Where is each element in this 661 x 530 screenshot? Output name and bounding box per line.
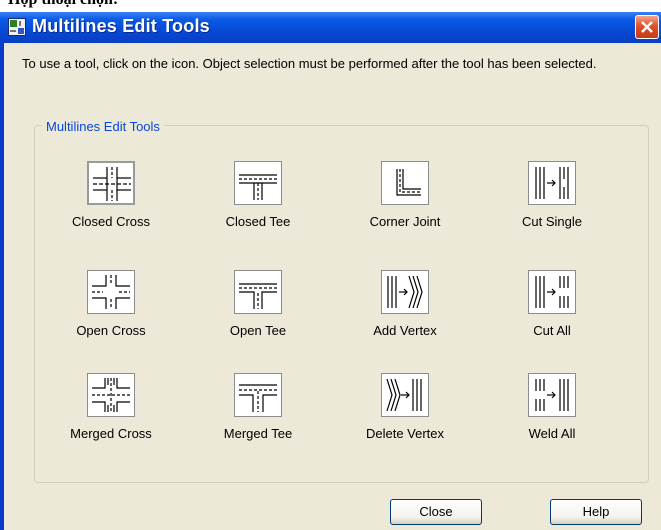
tool-label: Cut All bbox=[533, 323, 571, 338]
tool-open-cross[interactable]: Open Cross bbox=[51, 270, 171, 370]
tool-add-vertex[interactable]: Add Vertex bbox=[345, 270, 465, 370]
window-title: Multilines Edit Tools bbox=[32, 16, 210, 36]
tool-delete-vertex[interactable]: Delete Vertex bbox=[345, 373, 465, 473]
tool-label: Open Cross bbox=[76, 323, 146, 338]
open-tee-icon[interactable] bbox=[234, 270, 282, 314]
tool-label: Delete Vertex bbox=[365, 426, 445, 441]
tool-weld-all[interactable]: Weld All bbox=[492, 373, 612, 473]
help-button[interactable]: Help bbox=[550, 499, 642, 525]
tool-closed-tee[interactable]: Closed Tee bbox=[198, 161, 318, 261]
tool-open-tee[interactable]: Open Tee bbox=[198, 270, 318, 370]
tool-label: Open Tee bbox=[229, 323, 287, 338]
closed-cross-icon[interactable] bbox=[87, 161, 135, 205]
tool-merged-cross[interactable]: Merged Cross bbox=[51, 373, 171, 473]
delete-vertex-icon[interactable] bbox=[381, 373, 429, 417]
tool-corner-joint[interactable]: Corner Joint bbox=[345, 161, 465, 261]
app-icon bbox=[8, 18, 26, 36]
open-cross-icon[interactable] bbox=[87, 270, 135, 314]
cut-all-icon[interactable] bbox=[528, 270, 576, 314]
title-bar[interactable]: Multilines Edit Tools bbox=[0, 12, 661, 43]
corner-joint-icon[interactable] bbox=[381, 161, 429, 205]
close-window-button[interactable] bbox=[635, 15, 659, 39]
weld-all-icon[interactable] bbox=[528, 373, 576, 417]
instruction-text: To use a tool, click on the icon. Object… bbox=[22, 56, 597, 71]
dialog-window: Multilines Edit Tools To use a tool, cli… bbox=[0, 12, 661, 530]
page-header-strip: Hộp thoại chọn: bbox=[0, 0, 661, 12]
tool-label: Cut Single bbox=[522, 214, 582, 229]
tool-cut-all[interactable]: Cut All bbox=[492, 270, 612, 370]
tools-group-label: Multilines Edit Tools bbox=[42, 119, 164, 134]
tool-label: Closed Tee bbox=[225, 214, 291, 229]
merged-cross-icon[interactable] bbox=[87, 373, 135, 417]
cut-single-icon[interactable] bbox=[528, 161, 576, 205]
tool-cut-single[interactable]: Cut Single bbox=[492, 161, 612, 261]
tool-closed-cross[interactable]: Closed Cross bbox=[51, 161, 171, 261]
tool-label: Merged Tee bbox=[223, 426, 293, 441]
tool-label: Corner Joint bbox=[369, 214, 441, 229]
close-button[interactable]: Close bbox=[390, 499, 482, 525]
close-icon bbox=[641, 21, 653, 33]
tool-label: Merged Cross bbox=[70, 426, 152, 441]
add-vertex-icon[interactable] bbox=[381, 270, 429, 314]
closed-tee-icon[interactable] bbox=[234, 161, 282, 205]
tool-label: Weld All bbox=[528, 426, 576, 441]
page-header-text: Hộp thoại chọn: bbox=[8, 0, 118, 9]
merged-tee-icon[interactable] bbox=[234, 373, 282, 417]
tool-merged-tee[interactable]: Merged Tee bbox=[198, 373, 318, 473]
dialog-client-area: To use a tool, click on the icon. Object… bbox=[4, 43, 661, 530]
tool-label: Closed Cross bbox=[71, 214, 151, 229]
tool-label: Add Vertex bbox=[373, 323, 437, 338]
